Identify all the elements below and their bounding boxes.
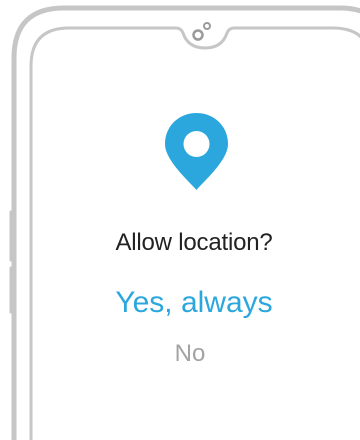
phone-frame [9,5,360,440]
deny-button[interactable]: No [0,340,360,368]
front-camera-icon [192,22,211,41]
location-pin-icon [165,113,228,190]
phone-outer-outline [11,5,360,440]
phone-screen: Allow location? Yes, always No [0,0,360,440]
dialog-prompt: Allow location? [115,229,273,256]
allow-always-button[interactable]: Yes, always [0,286,360,320]
